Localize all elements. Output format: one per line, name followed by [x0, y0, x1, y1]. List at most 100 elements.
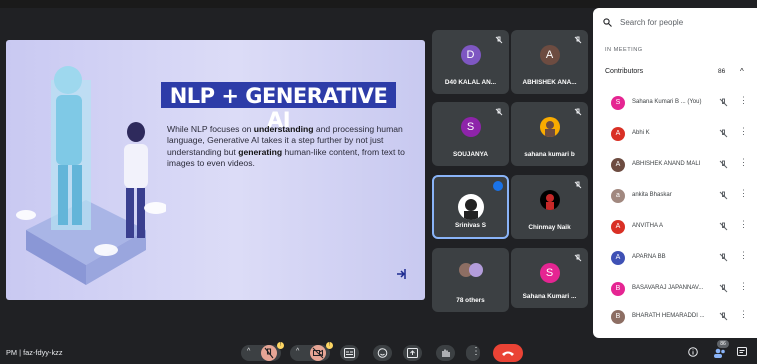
participant-name: ABHISHEK ANA... — [522, 79, 577, 86]
others-count: 78 others — [456, 297, 485, 304]
more-options-icon[interactable]: ⋮ — [739, 250, 748, 261]
avatar-photo — [539, 117, 560, 137]
speaking-indicator-icon — [493, 181, 503, 191]
more-options-button[interactable]: ⋮ — [466, 345, 481, 361]
meet-window: NLP + GENERATIVE AI While NLP focuses on… — [0, 0, 757, 364]
chevron-up-icon[interactable]: ^ — [247, 348, 250, 355]
people-icon[interactable] — [713, 348, 727, 358]
contributors-count: 86 — [718, 68, 726, 75]
search-placeholder: Search for people — [620, 18, 684, 27]
presentation-slide: NLP + GENERATIVE AI While NLP focuses on… — [6, 40, 425, 300]
mic-off-icon — [495, 36, 503, 44]
participant-tile[interactable]: sahana kumari b — [511, 102, 588, 166]
person-row[interactable]: A Abhi K ⋮ — [605, 125, 755, 145]
leave-call-button[interactable] — [493, 344, 523, 362]
avatar: A — [539, 45, 560, 65]
warning-badge-icon: ! — [277, 342, 284, 349]
avatar: a — [611, 189, 625, 203]
mic-off-icon — [261, 345, 277, 361]
participant-name: SOUJANYA — [453, 151, 488, 158]
mic-off-icon[interactable] — [719, 98, 728, 107]
mic-off-icon — [574, 108, 582, 116]
avatar: S — [611, 96, 625, 110]
people-panel: Search for people IN MEETING Contributor… — [593, 8, 757, 338]
participant-tile[interactable]: Chinmay Naik — [511, 175, 588, 239]
present-button[interactable] — [403, 345, 422, 361]
section-label: IN MEETING — [605, 47, 643, 53]
chevron-up-icon[interactable]: ^ — [296, 348, 299, 355]
contributors-header[interactable]: Contributors 86 ^ — [605, 67, 753, 76]
contributors-label: Contributors — [605, 68, 644, 75]
person-name: APARNA BB — [632, 254, 666, 260]
chat-icon[interactable] — [737, 347, 747, 357]
mic-off-icon[interactable] — [719, 191, 728, 200]
more-vert-icon: ⋮ — [471, 346, 481, 357]
participant-name: Chinmay Naik — [528, 224, 571, 231]
more-options-icon[interactable]: ⋮ — [739, 309, 748, 320]
others-tile[interactable]: 78 others — [432, 248, 509, 312]
phone-hangup-icon — [502, 351, 514, 356]
participant-name: Sahana Kumari ... — [522, 293, 577, 300]
more-options-icon[interactable]: ⋮ — [739, 219, 748, 230]
person-row[interactable]: A ABHISHEK ANAND MALI ⋮ — [605, 156, 755, 176]
avatar: A — [611, 220, 625, 234]
person-name: BHARATH HEMARADDI ... — [632, 313, 705, 319]
person-row[interactable]: A APARNA BB ⋮ — [605, 249, 755, 269]
slide-illustration — [16, 66, 166, 285]
participant-name: D40 KALAL AN... — [444, 79, 497, 86]
present-screen-icon — [407, 348, 418, 358]
mic-off-icon[interactable] — [719, 129, 728, 138]
participant-tile-speaking[interactable]: Srinivas S — [432, 175, 509, 239]
avatar: D — [460, 45, 481, 65]
participant-tile[interactable]: S Sahana Kumari ... — [511, 248, 588, 308]
person-name: Abhi K — [632, 130, 650, 136]
top-strip — [0, 0, 600, 8]
info-icon[interactable] — [688, 347, 698, 357]
chevron-up-icon[interactable]: ^ — [740, 67, 744, 76]
search-icon — [603, 18, 612, 27]
more-options-icon[interactable]: ⋮ — [739, 157, 748, 168]
avatar: A — [611, 158, 625, 172]
person-row[interactable]: B BHARATH HEMARADDI ... ⋮ — [605, 308, 755, 328]
captions-button[interactable] — [340, 345, 359, 361]
person-name: ANVITHA A — [632, 223, 664, 229]
bottom-control-bar: PM | faz-fdyy-kzz ^ ! ^ ! ⋮ 86 — [0, 339, 757, 364]
emoji-button[interactable] — [373, 345, 392, 361]
mic-off-icon[interactable] — [719, 222, 728, 231]
more-options-icon[interactable]: ⋮ — [739, 188, 748, 199]
mic-off-icon[interactable] — [719, 312, 728, 321]
avatar: A — [611, 127, 625, 141]
participant-count-badge: 86 — [717, 340, 729, 348]
mic-off-icon — [495, 108, 503, 116]
person-row[interactable]: B BASAVARAJ JAPANNAV... ⋮ — [605, 280, 755, 300]
captions-icon — [344, 348, 355, 358]
camera-button[interactable]: ^ ! — [290, 342, 333, 361]
warning-badge-icon: ! — [326, 342, 333, 349]
mic-off-icon[interactable] — [719, 253, 728, 262]
participant-tile[interactable]: S SOUJANYA — [432, 102, 509, 166]
more-options-icon[interactable]: ⋮ — [739, 126, 748, 137]
person-row[interactable]: a ankita Bhaskar ⋮ — [605, 187, 755, 207]
mic-button[interactable]: ^ ! — [241, 342, 284, 361]
avatar-photo — [457, 194, 484, 220]
more-options-icon[interactable]: ⋮ — [739, 95, 748, 106]
avatar: B — [611, 310, 625, 324]
avatar: S — [539, 263, 560, 283]
person-row[interactable]: A ANVITHA A ⋮ — [605, 218, 755, 238]
avatar: A — [611, 251, 625, 265]
mic-off-icon — [574, 36, 582, 44]
exit-presentation-icon[interactable] — [395, 268, 407, 280]
raise-hand-button[interactable] — [436, 345, 455, 361]
participant-tile[interactable]: A ABHISHEK ANA... — [511, 30, 588, 94]
others-avatars-icon — [459, 263, 483, 277]
avatar-photo — [539, 190, 560, 210]
avatar: S — [460, 117, 481, 137]
mic-off-icon[interactable] — [719, 284, 728, 293]
camera-off-icon — [310, 345, 326, 361]
avatar: B — [611, 282, 625, 296]
person-row[interactable]: S Sahana Kumari B ... (You) ⋮ — [605, 94, 755, 114]
participant-tile[interactable]: D D40 KALAL AN... — [432, 30, 509, 94]
more-options-icon[interactable]: ⋮ — [739, 281, 748, 292]
mic-off-icon[interactable] — [719, 160, 728, 169]
mic-off-icon — [574, 181, 582, 189]
